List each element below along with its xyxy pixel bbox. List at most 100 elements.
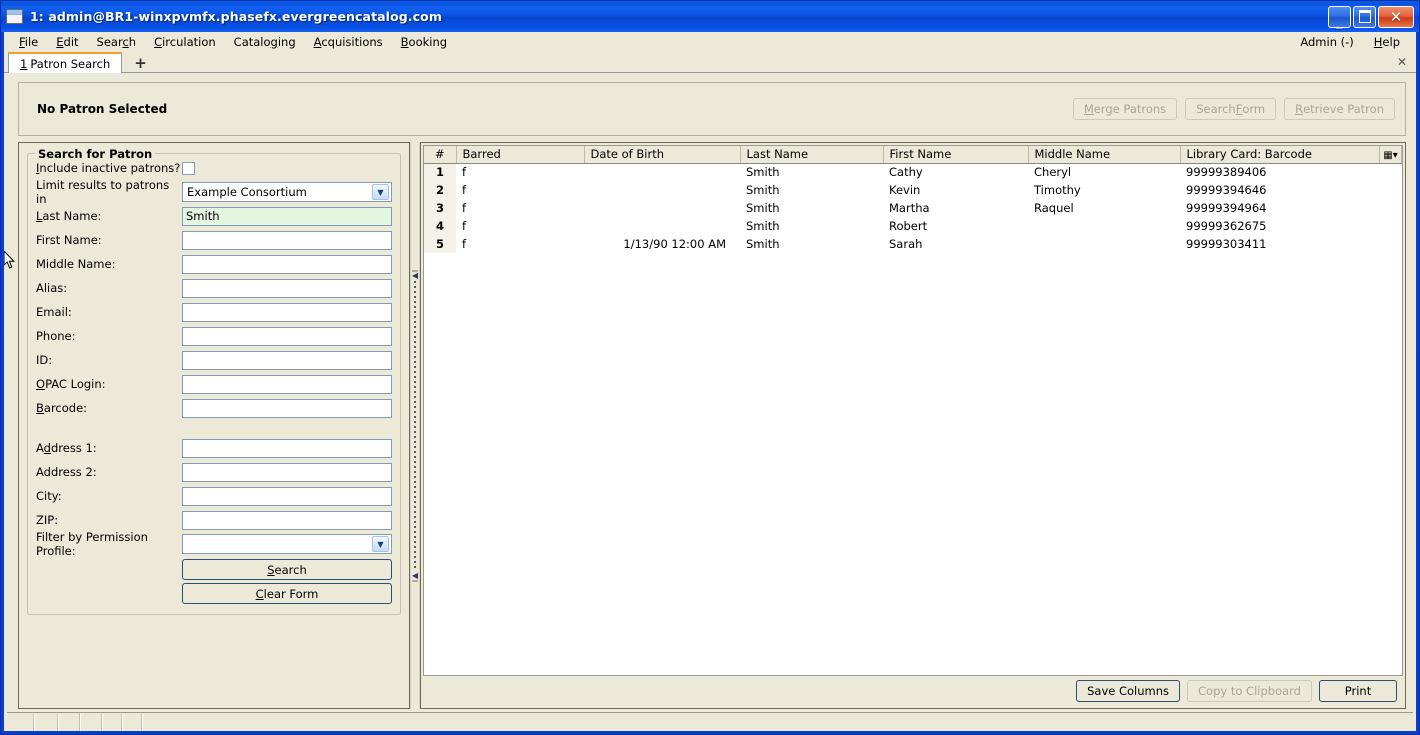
cell-dob [584, 217, 740, 235]
results-grid-wrapper: # Barred Date of Birth Last Name First N… [423, 145, 1403, 676]
clear-form-button-row: Clear Form [182, 580, 392, 604]
status-cell [35, 713, 59, 731]
close-button[interactable]: ✕ [1378, 5, 1414, 28]
include-inactive-checkbox[interactable] [182, 161, 195, 175]
middle-name-input[interactable] [182, 254, 392, 274]
table-row[interactable]: 3 f Smith Martha Raquel 99999394964 [424, 199, 1402, 217]
city-input[interactable] [182, 486, 392, 506]
results-pane: # Barred Date of Birth Last Name First N… [420, 142, 1406, 709]
column-header-barcode[interactable]: Library Card: Barcode [1180, 146, 1380, 164]
results-footer: Save Columns Copy to Clipboard Print [423, 676, 1403, 706]
cell-dob [584, 199, 740, 217]
address1-label: Address 1: [36, 441, 97, 455]
first-name-input[interactable] [182, 230, 392, 250]
save-columns-button[interactable]: Save Columns [1076, 680, 1181, 702]
collapse-left-icon[interactable]: ◀ [412, 271, 418, 279]
splitter-grip[interactable] [414, 280, 416, 571]
column-header-first[interactable]: First Name [883, 146, 1029, 164]
table-row[interactable]: 2 f Smith Kevin Timothy 99999394646 [424, 181, 1402, 199]
column-header-dob[interactable]: Date of Birth [584, 146, 741, 164]
field-row-alias: Alias: [36, 276, 392, 300]
cell-middle [1028, 235, 1180, 253]
search-form-button[interactable]: Search Form [1185, 98, 1277, 120]
menu-booking[interactable]: Booking [392, 34, 456, 50]
menu-edit[interactable]: Edit [47, 34, 87, 50]
opac-login-input[interactable] [182, 374, 392, 394]
cell-middle: Cheryl [1034, 165, 1072, 180]
cell-spacer [1380, 199, 1402, 217]
merge-patrons-button[interactable]: Merge Patrons [1072, 98, 1178, 120]
menu-cataloging[interactable]: Cataloging [225, 34, 305, 50]
cell-num: 3 [424, 199, 456, 217]
column-header-barred[interactable]: Barred [456, 146, 585, 164]
permission-profile-label: Filter by Permission Profile: [36, 530, 148, 558]
status-cell [7, 713, 35, 731]
column-header-middle[interactable]: Middle Name [1028, 146, 1181, 164]
title-bar: 1: admin@BR1-winxpvmfx.phasefx.evergreen… [1, 1, 1419, 32]
retrieve-patron-button[interactable]: Retrieve Patron [1284, 98, 1395, 120]
menu-circulation[interactable]: Circulation [145, 34, 225, 50]
table-row[interactable]: 1 f Smith Cathy Cheryl 99999389406 [424, 163, 1402, 181]
alias-label: Alias: [36, 281, 68, 295]
address2-input[interactable] [182, 462, 392, 482]
table-row[interactable]: 5 f 1/13/90 12:00 AM Smith Sarah 9999930… [424, 235, 1402, 253]
print-button[interactable]: Print [1319, 680, 1397, 702]
collapse-right-icon[interactable]: ◀ [412, 571, 418, 579]
search-button[interactable]: Search [182, 559, 392, 580]
column-picker-button[interactable]: ▦▾ [1379, 146, 1402, 164]
menu-bar: File Edit Search Circulation Cataloging … [4, 32, 1416, 51]
menu-search[interactable]: Search [88, 34, 146, 50]
menu-admin[interactable]: Admin (-) [1290, 34, 1363, 50]
zip-label: ZIP: [36, 513, 59, 527]
zip-input[interactable] [182, 510, 392, 530]
field-row-phone: Phone: [36, 324, 392, 348]
id-input[interactable] [182, 350, 392, 370]
application-window: 1: admin@BR1-winxpvmfx.phasefx.evergreen… [0, 0, 1420, 735]
cell-barred: f [462, 219, 467, 233]
cell-barcode: 99999389406 [1186, 165, 1267, 180]
new-tab-button[interactable]: + [130, 56, 151, 71]
menu-acquisitions[interactable]: Acquisitions [305, 34, 392, 50]
patron-header-actions: Merge Patrons Search Form Retrieve Patro… [1072, 98, 1395, 120]
tab-label: Patron Search [30, 56, 111, 71]
minimize-button[interactable]: _ [1328, 5, 1351, 29]
column-header-num[interactable]: # [424, 146, 457, 164]
column-picker-icon: ▦▾ [1383, 150, 1398, 162]
copy-to-clipboard-button[interactable]: Copy to Clipboard [1187, 680, 1312, 702]
cell-barred: f [462, 201, 467, 215]
maximize-button[interactable] [1353, 5, 1376, 28]
field-row-address2: Address 2: [36, 460, 392, 484]
limit-results-label: Limit results to patrons in [36, 178, 170, 206]
table-row[interactable]: 4 f Smith Robert 99999362675 [424, 217, 1402, 235]
clear-form-button[interactable]: Clear Form [182, 583, 392, 604]
field-row-first-name: First Name: [36, 228, 392, 252]
chevron-down-icon: ▼ [372, 184, 389, 200]
limit-results-value: Example Consortium [187, 185, 307, 199]
window-controls: _ ✕ [1328, 5, 1417, 29]
last-name-input[interactable] [182, 206, 392, 226]
email-input[interactable] [182, 302, 392, 322]
pane-splitter[interactable]: ◀ ◀ [410, 142, 420, 709]
menu-help[interactable]: Help [1364, 34, 1410, 50]
limit-results-select[interactable]: Example Consortium ▼ [182, 182, 392, 202]
minimize-icon: _ [1336, 12, 1343, 29]
search-button-row: Search [182, 556, 392, 580]
tab-bar: 1 Patron Search + ✕ [4, 51, 1416, 73]
search-form-legend: Search for Patron [35, 147, 156, 161]
cell-last: Smith [746, 219, 780, 233]
phone-input[interactable] [182, 326, 392, 346]
last-name-label: Last Name: [36, 209, 102, 223]
menu-file[interactable]: File [10, 34, 47, 50]
cell-barred: f [462, 165, 467, 180]
address2-label: Address 2: [36, 465, 97, 479]
barcode-input[interactable] [182, 398, 392, 418]
grid-empty-area [424, 253, 1402, 675]
permission-profile-select[interactable]: ▼ [182, 534, 392, 554]
column-header-last[interactable]: Last Name [740, 146, 884, 164]
chevron-down-icon: ▼ [372, 536, 389, 552]
address1-input[interactable] [182, 438, 392, 458]
cell-num: 5 [424, 235, 456, 253]
close-tab-button[interactable]: ✕ [1397, 55, 1407, 69]
alias-input[interactable] [182, 278, 392, 298]
tab-patron-search[interactable]: 1 Patron Search [8, 52, 123, 73]
